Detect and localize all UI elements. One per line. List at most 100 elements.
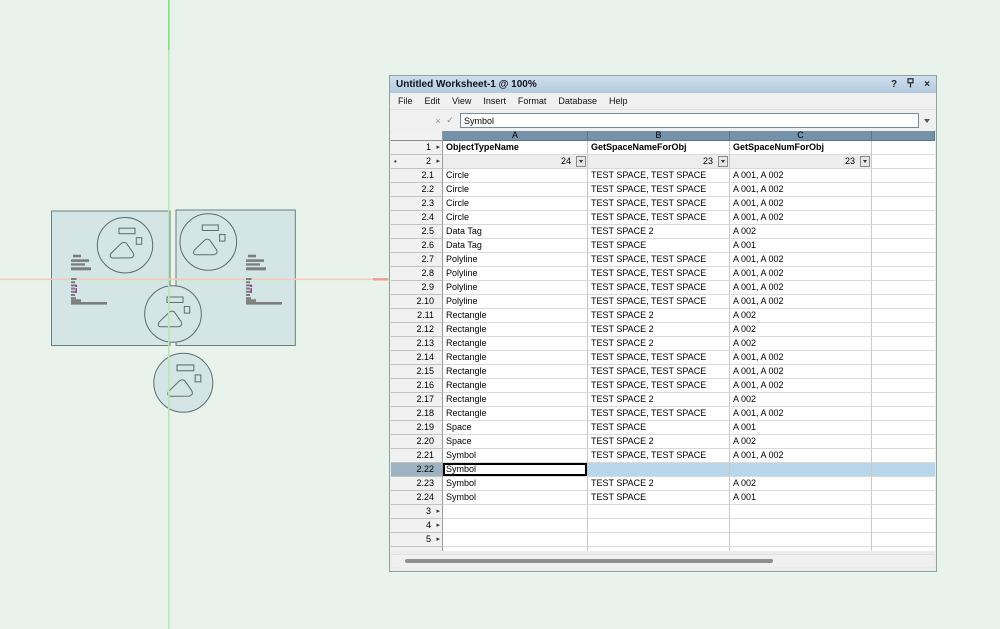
accept-icon[interactable]: ✓	[444, 115, 456, 126]
grid-cell[interactable]: A 001, A 002	[730, 365, 872, 379]
row-header-cell[interactable]: 2.4	[391, 211, 443, 225]
grid-cell[interactable]	[872, 155, 935, 169]
filter-button[interactable]	[576, 156, 586, 167]
grid-cell[interactable]: Rectangle	[443, 407, 588, 421]
row-header-cell[interactable]: 3▸	[391, 505, 443, 519]
row-header-cell[interactable]: 2.17	[391, 393, 443, 407]
grid-cell[interactable]: TEST SPACE	[588, 491, 730, 505]
grid-cell[interactable]: GetSpaceNumForObj	[730, 141, 872, 155]
grid-corner-cell[interactable]	[391, 131, 443, 141]
row-header-cell[interactable]: 2.14	[391, 351, 443, 365]
grid-cell[interactable]: TEST SPACE, TEST SPACE	[588, 449, 730, 463]
grid-cell[interactable]: Symbol	[443, 449, 588, 463]
row-header-cell[interactable]: 1▸	[391, 141, 443, 155]
grid-cell[interactable]: Polyline	[443, 253, 588, 267]
grid-cell[interactable]: TEST SPACE, TEST SPACE	[588, 267, 730, 281]
grid-cell[interactable]	[872, 169, 935, 183]
chevron-down-icon[interactable]	[924, 119, 930, 126]
horizontal-scrollbar[interactable]	[392, 554, 934, 567]
grid-cell[interactable]: Rectangle	[443, 379, 588, 393]
expand-arrow-icon[interactable]: ▸	[436, 519, 440, 532]
column-header-extra[interactable]	[872, 131, 935, 141]
grid-cell[interactable]: A 001	[730, 239, 872, 253]
grid-cell[interactable]: Symbol	[443, 463, 588, 477]
row-header-cell[interactable]: 2.22	[391, 463, 443, 477]
grid-cell[interactable]: A 002	[730, 435, 872, 449]
grid-cell[interactable]	[872, 379, 935, 393]
grid-cell[interactable]: TEST SPACE, TEST SPACE	[588, 351, 730, 365]
row-header-cell[interactable]: 2.19	[391, 421, 443, 435]
grid-cell[interactable]: Rectangle	[443, 365, 588, 379]
grid-cell[interactable]: Rectangle	[443, 393, 588, 407]
row-header-cell[interactable]: 2.9	[391, 281, 443, 295]
grid-cell[interactable]: A 001, A 002	[730, 351, 872, 365]
grid-cell[interactable]	[730, 519, 872, 533]
grid-cell[interactable]	[872, 225, 935, 239]
grid-cell[interactable]: Data Tag	[443, 225, 588, 239]
row-header-cell[interactable]: 2.5	[391, 225, 443, 239]
row-header-cell[interactable]: 2.8	[391, 267, 443, 281]
grid-cell[interactable]: Symbol	[443, 491, 588, 505]
menu-item-view[interactable]: View	[446, 96, 477, 106]
grid-cell[interactable]: Polyline	[443, 267, 588, 281]
grid-cell[interactable]: Rectangle	[443, 323, 588, 337]
grid-cell[interactable]	[872, 197, 935, 211]
row-header-cell[interactable]: 2.11	[391, 309, 443, 323]
row-header-cell[interactable]: 5▸	[391, 533, 443, 547]
grid-cell[interactable]: A 001, A 002	[730, 295, 872, 309]
row-header-cell[interactable]: 2.21	[391, 449, 443, 463]
grid-cell[interactable]: Polyline	[443, 295, 588, 309]
grid-cell[interactable]: A 001, A 002	[730, 197, 872, 211]
grid-cell[interactable]: A 002	[730, 393, 872, 407]
formula-input[interactable]	[460, 113, 919, 128]
grid-cell[interactable]: A 001, A 002	[730, 211, 872, 225]
grid-cell[interactable]	[730, 463, 872, 477]
expand-arrow-icon[interactable]: ▸	[436, 505, 440, 518]
grid-cell[interactable]: Symbol	[443, 477, 588, 491]
grid-cell[interactable]: TEST SPACE, TEST SPACE	[588, 253, 730, 267]
row-header-cell[interactable]: 2.3	[391, 197, 443, 211]
grid-cell[interactable]	[872, 407, 935, 421]
grid-cell[interactable]: A 001, A 002	[730, 183, 872, 197]
grid-cell[interactable]: Circle	[443, 169, 588, 183]
grid-cell[interactable]: A 001, A 002	[730, 267, 872, 281]
grid-cell[interactable]: Circle	[443, 197, 588, 211]
row-header-cell[interactable]: 2.24	[391, 491, 443, 505]
grid-cell[interactable]: ObjectTypeName	[443, 141, 588, 155]
grid-cell[interactable]: A 001, A 002	[730, 281, 872, 295]
grid-cell[interactable]: TEST SPACE, TEST SPACE	[588, 281, 730, 295]
grid-cell[interactable]	[872, 365, 935, 379]
grid-cell[interactable]	[872, 435, 935, 449]
grid-cell[interactable]: A 001, A 002	[730, 407, 872, 421]
grid-cell[interactable]	[872, 323, 935, 337]
grid-cell[interactable]	[588, 463, 730, 477]
row-header-cell[interactable]: 2▸•	[391, 155, 443, 169]
column-header-a[interactable]: A	[443, 131, 588, 141]
grid-cell[interactable]	[872, 295, 935, 309]
menu-item-help[interactable]: Help	[603, 96, 634, 106]
symbol-circle-right[interactable]	[180, 214, 237, 271]
grid-cell[interactable]	[872, 337, 935, 351]
grid-cell[interactable]: TEST SPACE, TEST SPACE	[588, 211, 730, 225]
grid-cell[interactable]: Circle	[443, 183, 588, 197]
grid-cell[interactable]: A 001	[730, 421, 872, 435]
grid-cell[interactable]: 23	[588, 155, 730, 169]
grid-cell[interactable]: A 001, A 002	[730, 253, 872, 267]
grid-cell[interactable]: TEST SPACE 2	[588, 337, 730, 351]
grid-cell[interactable]: TEST SPACE, TEST SPACE	[588, 169, 730, 183]
grid-cell[interactable]: TEST SPACE, TEST SPACE	[588, 197, 730, 211]
menu-item-edit[interactable]: Edit	[419, 96, 447, 106]
expand-arrow-icon[interactable]: ▸	[436, 141, 440, 154]
grid-cell[interactable]: TEST SPACE 2	[588, 477, 730, 491]
grid-cell[interactable]: A 002	[730, 225, 872, 239]
grid-cell[interactable]	[872, 309, 935, 323]
row-header-cell[interactable]: 2.10	[391, 295, 443, 309]
row-header-cell[interactable]: 2.20	[391, 435, 443, 449]
cancel-icon[interactable]: ×	[432, 116, 444, 126]
row-header-cell[interactable]: 2.7	[391, 253, 443, 267]
grid-cell[interactable]	[872, 519, 935, 533]
grid-cell[interactable]	[588, 505, 730, 519]
scrollbar-thumb[interactable]	[405, 559, 773, 563]
grid-cell[interactable]: TEST SPACE, TEST SPACE	[588, 295, 730, 309]
row-header-cell[interactable]: 2.12	[391, 323, 443, 337]
